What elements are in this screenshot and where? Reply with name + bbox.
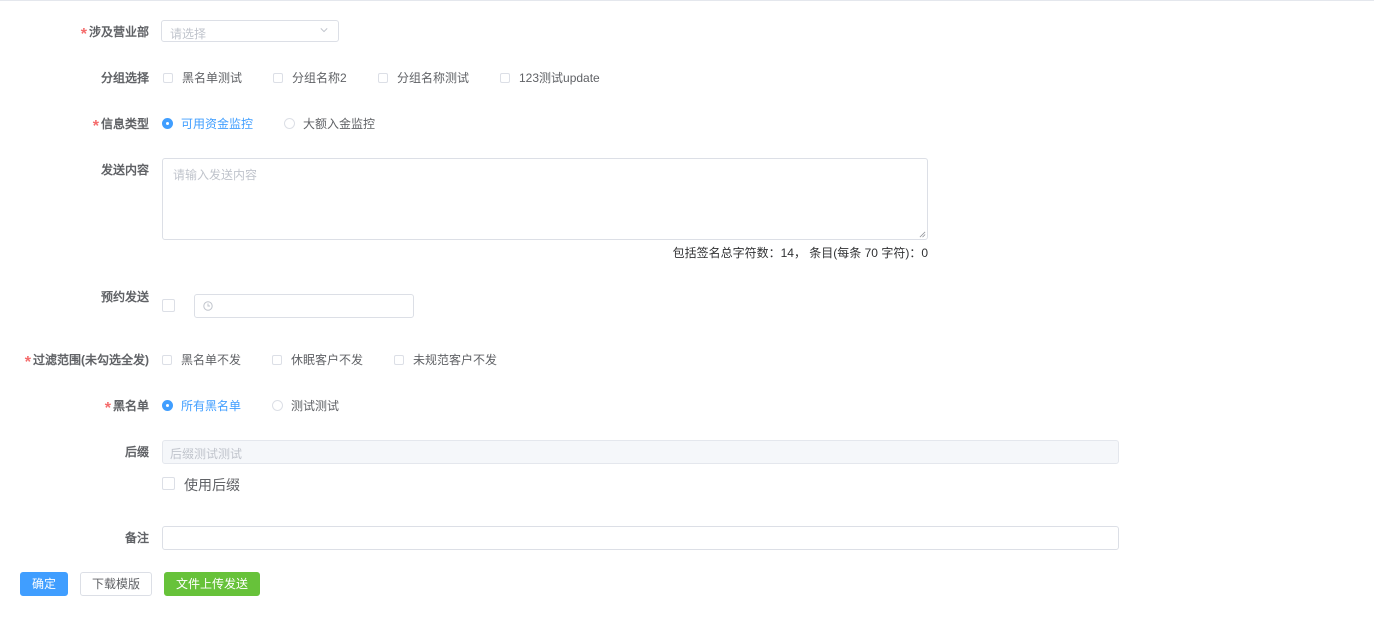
filter-option-label-1: 休眠客户不发 bbox=[291, 353, 364, 367]
group-checkbox-2[interactable] bbox=[378, 73, 388, 83]
schedule-time-picker[interactable] bbox=[194, 294, 414, 318]
filter-checkbox-2[interactable] bbox=[394, 355, 404, 365]
department-select[interactable]: 请选择 bbox=[161, 20, 339, 42]
info-type-radio-1[interactable] bbox=[284, 118, 295, 129]
required-mark: * bbox=[92, 118, 99, 135]
info-type-label: * 信息类型 bbox=[92, 117, 149, 135]
required-mark: * bbox=[24, 354, 31, 371]
group-option-label-0: 黑名单测试 bbox=[182, 71, 243, 85]
group-option-label-1: 分组名称2 bbox=[292, 71, 347, 85]
use-suffix-label: 使用后缀 bbox=[184, 477, 240, 493]
suffix-label: 后缀 bbox=[124, 445, 149, 459]
filter-checkbox-0[interactable] bbox=[162, 355, 172, 365]
filter-label: * 过滤范围(未勾选全发) bbox=[24, 353, 149, 371]
filter-option-label-0: 黑名单不发 bbox=[181, 353, 242, 367]
remark-input[interactable] bbox=[162, 526, 1119, 550]
resize-grip-icon[interactable] bbox=[919, 231, 926, 238]
upload-send-button[interactable]: 文件上传发送 bbox=[164, 572, 260, 596]
filter-option-label-2: 未规范客户不发 bbox=[413, 353, 498, 367]
info-type-option-label-1: 大额入金监控 bbox=[303, 117, 376, 131]
group-checkbox-0[interactable] bbox=[163, 73, 173, 83]
clock-icon bbox=[203, 301, 213, 311]
content-placeholder: 请输入发送内容 bbox=[173, 168, 258, 182]
suffix-input: 后缀测试测试 bbox=[162, 440, 1119, 464]
blacklist-radio-0[interactable] bbox=[162, 400, 173, 411]
content-textarea[interactable]: 请输入发送内容 bbox=[162, 158, 928, 240]
required-mark: * bbox=[104, 400, 111, 417]
group-label: 分组选择 bbox=[100, 71, 149, 85]
department-select-placeholder: 请选择 bbox=[170, 27, 207, 41]
required-mark: * bbox=[80, 26, 87, 43]
schedule-label: 预约发送 bbox=[100, 290, 149, 304]
info-type-option-label-0: 可用资金监控 bbox=[181, 117, 254, 131]
schedule-checkbox[interactable] bbox=[162, 299, 175, 312]
blacklist-radio-1[interactable] bbox=[272, 400, 283, 411]
char-counter: 包括签名总字符数：14， 条目(每条 70 字符)：0 bbox=[672, 246, 928, 260]
filter-checkbox-1[interactable] bbox=[272, 355, 282, 365]
blacklist-option-label-1: 测试测试 bbox=[291, 399, 340, 413]
group-checkbox-1[interactable] bbox=[273, 73, 283, 83]
confirm-button[interactable]: 确定 bbox=[20, 572, 68, 596]
suffix-value: 后缀测试测试 bbox=[170, 447, 243, 461]
department-label: * 涉及营业部 bbox=[80, 25, 149, 43]
group-option-label-2: 分组名称测试 bbox=[397, 71, 470, 85]
blacklist-option-label-0: 所有黑名单 bbox=[181, 399, 242, 413]
content-label: 发送内容 bbox=[100, 163, 149, 177]
remark-label: 备注 bbox=[124, 531, 149, 545]
group-option-label-3: 123测试update bbox=[519, 71, 600, 85]
download-template-button[interactable]: 下载模版 bbox=[80, 572, 152, 596]
use-suffix-checkbox[interactable] bbox=[162, 477, 175, 490]
top-divider bbox=[0, 0, 1374, 1]
blacklist-label: * 黑名单 bbox=[104, 399, 149, 417]
info-type-radio-0[interactable] bbox=[162, 118, 173, 129]
chevron-down-icon bbox=[320, 28, 328, 33]
group-checkbox-3[interactable] bbox=[500, 73, 510, 83]
